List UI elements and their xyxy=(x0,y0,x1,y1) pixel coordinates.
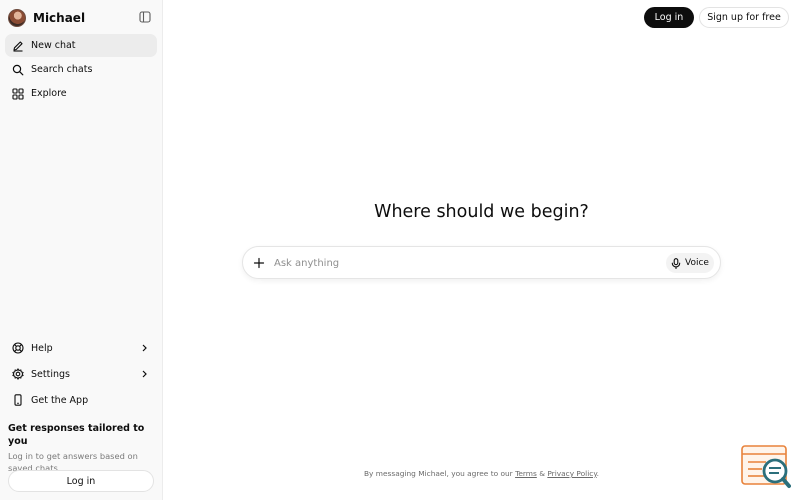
avatar xyxy=(8,8,26,27)
sidebar-item-label: Explore xyxy=(31,88,67,99)
terms-amp: & xyxy=(539,469,545,478)
sidebar-item-label: Get the App xyxy=(31,394,89,406)
search-icon xyxy=(12,64,24,75)
signup-button[interactable]: Sign up for free xyxy=(699,7,789,28)
sidebar-item-get-app[interactable]: Get the App xyxy=(5,387,157,413)
sidebar: Michael New chat Search chats Explore He… xyxy=(0,0,163,500)
chevron-right-icon xyxy=(142,370,147,378)
privacy-policy-link[interactable]: Privacy Policy xyxy=(547,469,596,478)
pencil-icon xyxy=(13,40,23,52)
sidebar-item-settings[interactable]: Settings xyxy=(5,361,157,387)
voice-button[interactable]: Voice xyxy=(666,253,714,273)
microphone-icon xyxy=(671,257,681,269)
promo-title: Get responses tailored to you xyxy=(8,423,145,447)
sidebar-item-explore[interactable]: Explore xyxy=(5,82,157,105)
sidebar-login-button[interactable]: Log in xyxy=(8,470,154,492)
sidebar-toggle-icon[interactable] xyxy=(139,11,151,23)
plus-icon[interactable] xyxy=(253,257,265,269)
terms-suffix: . xyxy=(596,469,599,478)
sidebar-bottom-nav: Help Settings Get the App xyxy=(5,335,157,413)
prompt-composer: Voice xyxy=(242,246,721,279)
sidebar-item-label: Settings xyxy=(31,368,70,380)
brand[interactable]: Michael xyxy=(8,8,85,27)
help-icon xyxy=(12,342,24,354)
terms-notice: By messaging Michael, you agree to our T… xyxy=(163,469,800,478)
terms-link[interactable]: Terms xyxy=(515,469,537,478)
phone-icon xyxy=(14,394,22,406)
web-search-badge-icon[interactable] xyxy=(741,444,791,490)
page-title: Where should we begin? xyxy=(374,202,589,222)
voice-label: Voice xyxy=(685,258,709,268)
brand-name: Michael xyxy=(33,10,86,25)
grid-icon xyxy=(12,87,24,100)
terms-prefix: By messaging Michael, you agree to our xyxy=(363,469,513,478)
gear-icon xyxy=(12,368,24,380)
sidebar-nav: New chat Search chats Explore xyxy=(5,34,157,106)
sidebar-item-search-chats[interactable]: Search chats xyxy=(5,58,157,81)
prompt-input[interactable] xyxy=(274,254,644,272)
sidebar-item-label: New chat xyxy=(31,40,76,51)
login-button[interactable]: Log in xyxy=(644,7,694,28)
chevron-right-icon xyxy=(142,344,147,352)
sidebar-item-help[interactable]: Help xyxy=(5,335,157,361)
sidebar-item-new-chat[interactable]: New chat xyxy=(5,34,157,57)
login-promo: Get responses tailored to you Log in to … xyxy=(8,422,160,474)
sidebar-item-label: Search chats xyxy=(31,64,93,75)
sidebar-item-label: Help xyxy=(31,342,53,354)
